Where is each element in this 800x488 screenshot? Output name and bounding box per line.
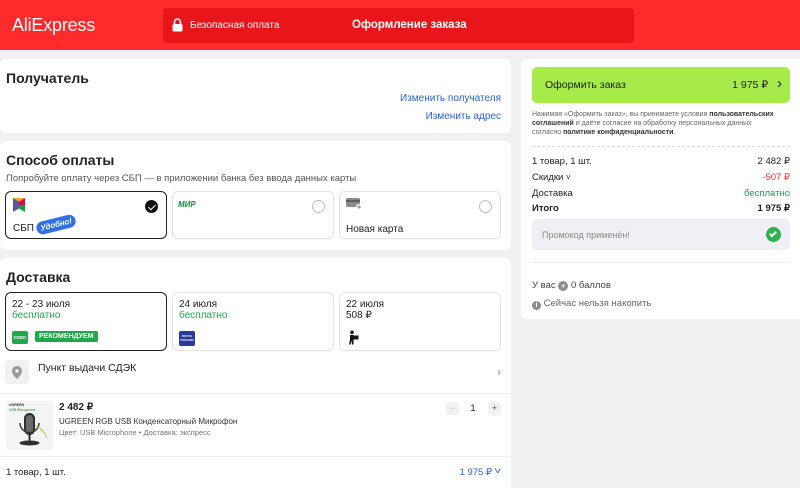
divider xyxy=(532,262,790,263)
pickup-label: Пункт выдачи СДЭК xyxy=(38,362,137,374)
payment-option-sbp[interactable]: СБП Удобно! xyxy=(5,191,167,239)
change-recipient-link[interactable]: Изменить получателя xyxy=(400,93,501,104)
summary-discount-row[interactable]: Скидки ˅ -507 ₽ xyxy=(532,172,790,183)
new-card-label: Новая карта xyxy=(346,224,404,235)
convenient-badge: Удобно! xyxy=(35,213,78,236)
payment-option-new-card[interactable]: Новая карта xyxy=(339,191,501,239)
delivery-price: бесплатно xyxy=(12,310,61,321)
product-image[interactable]: UGREEN USB Microphone xyxy=(6,401,53,450)
divider xyxy=(0,393,511,394)
delivery-date: 24 июля xyxy=(179,299,218,310)
place-order-price: 1 975 ₽ xyxy=(732,79,768,91)
promo-code-text: Промокод применён! xyxy=(542,230,630,240)
recipient-title: Получатель xyxy=(6,70,89,86)
delivery-price: бесплатно xyxy=(179,310,228,321)
sbp-label: СБП xyxy=(13,223,34,234)
summary-delivery-label: Доставка xyxy=(532,188,573,199)
delivery-card: Доставка 22 - 23 июля бесплатно CDEK РЕК… xyxy=(0,258,511,488)
cdek-logo-icon: CDEK xyxy=(12,331,28,344)
payment-title: Способ оплаты xyxy=(6,152,115,168)
summary-items-label: 1 товар, 1 шт. xyxy=(532,156,592,167)
checkout-banner: Безопасная оплата Оформление заказа xyxy=(163,8,634,43)
order-summary-card: Оформить заказ 1 975 ₽ › Нажимая «Оформи… xyxy=(521,59,800,319)
sbp-radio[interactable] xyxy=(145,200,158,213)
summary-discount-value: -507 ₽ xyxy=(762,172,790,183)
russian-post-logo-icon: ПОЧТА РОССИИ xyxy=(179,331,195,346)
delivery-date: 22 июля xyxy=(346,299,385,310)
product-meta: Цвет: USB Microphone • Доставка: экспрес… xyxy=(59,428,211,437)
divider xyxy=(532,146,790,147)
info-icon: i xyxy=(532,301,541,310)
points-prefix: У вас xyxy=(532,280,556,291)
check-circle-icon xyxy=(766,227,781,242)
summary-total-row: Итого 1 975 ₽ xyxy=(532,203,790,214)
chevron-down-icon[interactable]: ˅ xyxy=(494,466,501,476)
change-address-link[interactable]: Изменить адрес xyxy=(426,111,501,122)
delivery-date: 22 - 23 июля xyxy=(12,299,71,310)
terms-text-part: . xyxy=(673,129,676,136)
new-card-radio[interactable] xyxy=(479,200,492,213)
place-order-label: Оформить заказ xyxy=(545,79,626,91)
lock-icon xyxy=(172,18,183,32)
quantity-increase-button[interactable]: + xyxy=(488,402,501,415)
terms-text: Нажимая «Оформить заказ», вы принимаете … xyxy=(532,110,782,137)
privacy-policy-link[interactable]: политике конфиденциальности xyxy=(563,129,673,136)
summary-delivery-row: Доставка бесплатно xyxy=(532,188,790,199)
points-note: Сейчас нельзя накопить xyxy=(543,298,652,309)
summary-total-value: 1 975 ₽ xyxy=(757,203,790,214)
mir-logo-icon: МИР xyxy=(178,200,196,209)
chevron-down-icon: ˅ xyxy=(565,173,571,182)
points-value: 0 баллов xyxy=(570,280,611,291)
recipient-card: Получатель Изменить получателя Изменить … xyxy=(0,59,511,133)
mir-radio[interactable] xyxy=(312,200,325,213)
chevron-right-icon: › xyxy=(777,75,782,92)
place-order-button[interactable]: Оформить заказ 1 975 ₽ › xyxy=(532,67,790,103)
footer-item-count: 1 товар, 1 шт. xyxy=(6,467,66,478)
product-name[interactable]: UGREEN RGB USB Конденсаторный Микрофон xyxy=(59,417,237,426)
delivery-option-russian-post[interactable]: 24 июля бесплатно ПОЧТА РОССИИ xyxy=(172,292,334,351)
aliexpress-logo[interactable]: AliExpress xyxy=(12,15,95,36)
delivery-title: Доставка xyxy=(6,269,71,285)
payment-card: Способ оплаты Попробуйте оплату через СБ… xyxy=(0,141,511,250)
plus-circle-icon: + xyxy=(558,281,569,291)
payment-option-mir[interactable]: МИР xyxy=(172,191,334,239)
microphone-icon xyxy=(19,413,48,446)
delivery-option-cdek[interactable]: 22 - 23 июля бесплатно CDEK РЕКОМЕНДУЕМ xyxy=(5,292,167,351)
top-bar: AliExpress Безопасная оплата Оформление … xyxy=(0,0,800,50)
pickup-point-row[interactable]: Пункт выдачи СДЭК › xyxy=(5,358,505,386)
recommended-badge: РЕКОМЕНДУЕМ xyxy=(35,331,98,342)
summary-discount-label: Скидки xyxy=(532,172,564,183)
summary-items-row: 1 товар, 1 шт. 2 482 ₽ xyxy=(532,156,790,167)
points-note-row: i Сейчас нельзя накопить xyxy=(532,298,651,310)
divider xyxy=(0,456,511,457)
summary-items-value: 2 482 ₽ xyxy=(757,156,790,167)
delivery-price: 508 ₽ xyxy=(346,310,372,321)
sbp-logo-icon xyxy=(13,198,25,212)
chevron-right-icon: › xyxy=(497,365,501,379)
summary-total-label: Итого xyxy=(532,203,559,214)
summary-delivery-value: бесплатно xyxy=(743,188,790,199)
checkout-title: Оформление заказа xyxy=(352,19,467,31)
payment-hint: Попробуйте оплату через СБП — в приложен… xyxy=(6,173,357,184)
points-row: У вас + 0 баллов xyxy=(532,280,611,291)
quantity-decrease-button[interactable]: − xyxy=(446,402,459,415)
location-pin-icon xyxy=(12,366,22,379)
quantity-value[interactable]: 1 xyxy=(467,403,479,413)
delivery-option-courier[interactable]: 22 июля 508 ₽ xyxy=(339,292,501,351)
card-icon xyxy=(346,198,362,210)
promo-code-field[interactable]: Промокод применён! xyxy=(532,219,790,250)
terms-text-part: Нажимая «Оформить заказ», вы принимаете … xyxy=(532,111,710,118)
secure-payment-label: Безопасная оплата xyxy=(190,20,280,31)
product-price: 2 482 ₽ xyxy=(59,402,94,413)
footer-total[interactable]: 1 975 ₽ xyxy=(460,467,492,478)
courier-icon xyxy=(349,330,359,345)
